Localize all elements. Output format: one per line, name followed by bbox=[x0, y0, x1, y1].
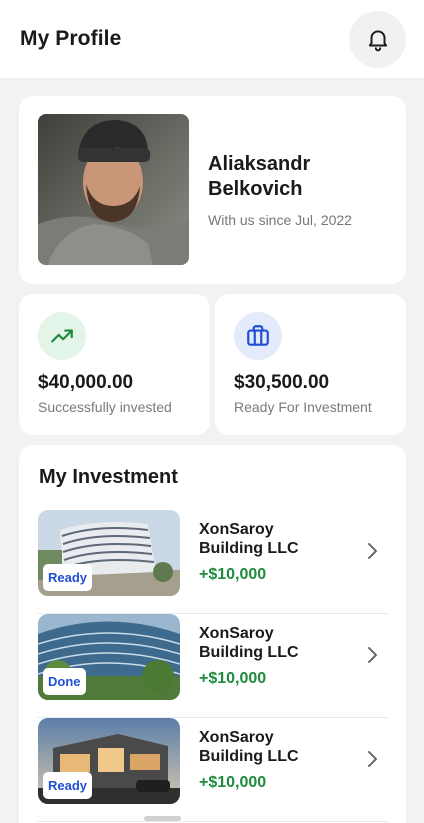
page-title: My Profile bbox=[20, 27, 122, 50]
avatar bbox=[38, 114, 189, 265]
chevron-right-icon bbox=[368, 543, 377, 559]
investment-amount: +$10,000 bbox=[199, 774, 267, 791]
status-badge: Ready bbox=[43, 564, 93, 591]
bell-icon bbox=[368, 30, 387, 52]
building-thumbnail: Ready bbox=[38, 510, 180, 596]
investment-name: XonSaroy Building LLC bbox=[199, 729, 299, 765]
status-badge: Done bbox=[43, 668, 86, 695]
investment-item[interactable]: Ready XonSaroy Building LLC +$10,000 bbox=[38, 510, 388, 614]
building-thumbnail: Ready bbox=[38, 718, 180, 804]
my-investment-section: My Investment Ready XonSaroy Building LL… bbox=[19, 445, 406, 823]
top-app-bar: My Profile bbox=[0, 0, 424, 78]
investment-amount: +$10,000 bbox=[199, 670, 267, 687]
invested-label: Successfully invested bbox=[38, 399, 172, 415]
chevron-right-icon bbox=[368, 751, 377, 767]
investment-item[interactable]: Done XonSaroy Building LLC +$10,000 bbox=[38, 614, 388, 718]
profile-name: Aliaksandr Belkovich bbox=[208, 153, 311, 200]
ready-label: Ready For Investment bbox=[234, 399, 372, 415]
ready-amount: $30,500.00 bbox=[234, 372, 330, 393]
building-thumbnail: Done bbox=[38, 614, 180, 700]
invested-stat-card: $40,000.00 Successfully invested bbox=[19, 294, 210, 435]
investment-name: XonSaroy Building LLC bbox=[199, 521, 299, 557]
investment-name: XonSaroy Building LLC bbox=[199, 625, 299, 661]
invested-amount: $40,000.00 bbox=[38, 372, 134, 393]
chevron-right-icon bbox=[368, 647, 377, 663]
profile-card: Aliaksandr Belkovich With us since Jul, … bbox=[19, 96, 406, 284]
member-since-text: With us since Jul, 2022 bbox=[208, 212, 352, 228]
notifications-button[interactable] bbox=[349, 10, 406, 68]
status-badge: Ready bbox=[43, 772, 93, 799]
scroll-indicator bbox=[144, 816, 181, 821]
briefcase-icon bbox=[234, 312, 282, 360]
investment-amount: +$10,000 bbox=[199, 566, 267, 583]
investment-item[interactable]: Ready XonSaroy Building LLC +$10,000 bbox=[38, 718, 388, 822]
trending-up-icon bbox=[38, 312, 86, 360]
divider bbox=[38, 821, 388, 822]
section-title: My Investment bbox=[39, 466, 178, 488]
ready-stat-card: $30,500.00 Ready For Investment bbox=[215, 294, 406, 435]
